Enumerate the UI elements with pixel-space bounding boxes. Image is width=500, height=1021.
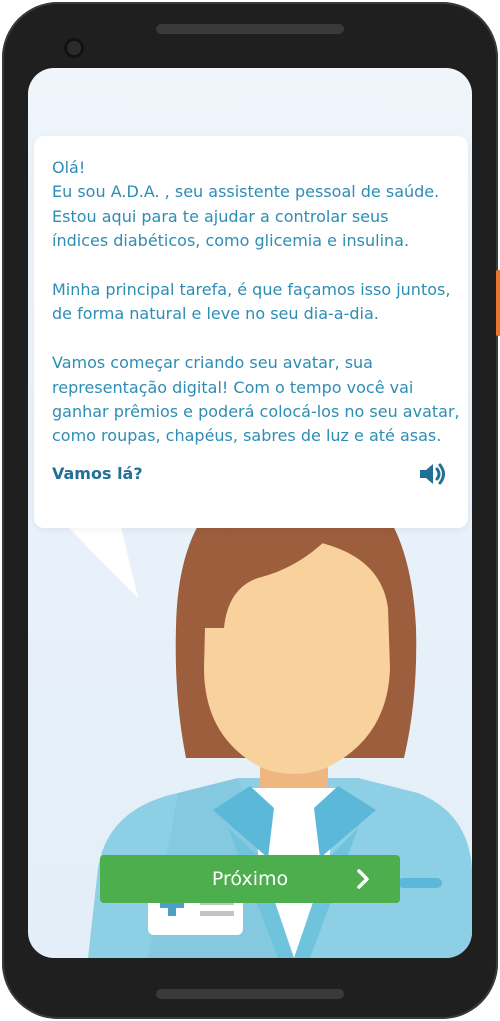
bottom-speaker <box>156 989 344 999</box>
chevron-right-icon <box>357 869 369 889</box>
speech-bubble: Olá! Eu sou A.D.A. , seu assistente pess… <box>34 136 468 528</box>
screen: Olá! Eu sou A.D.A. , seu assistente pess… <box>28 68 472 958</box>
side-button <box>496 270 500 336</box>
top-speaker <box>156 24 344 34</box>
next-button[interactable]: Próximo <box>100 855 400 903</box>
assistant-message: Olá! Eu sou A.D.A. , seu assistente pess… <box>52 158 460 446</box>
speaker-icon[interactable] <box>416 458 448 490</box>
cta-text: Vamos lá? <box>52 464 143 483</box>
camera <box>64 38 84 58</box>
phone-frame: Olá! Eu sou A.D.A. , seu assistente pess… <box>2 2 500 1019</box>
